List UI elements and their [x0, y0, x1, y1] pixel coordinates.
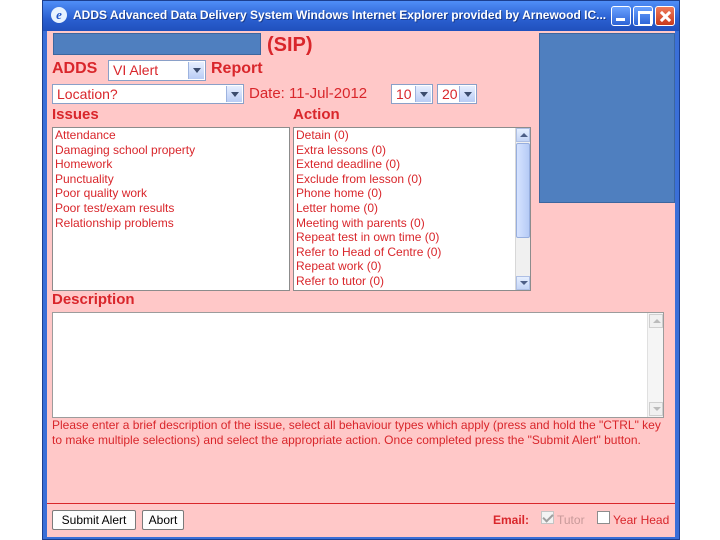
- list-item[interactable]: Phone home (0): [294, 186, 530, 201]
- list-item[interactable]: Damaging school property: [53, 143, 289, 158]
- help-text: Please enter a brief description of the …: [52, 418, 661, 447]
- date-label: Date: 11-Jul-2012: [249, 85, 368, 102]
- scroll-down-icon[interactable]: [649, 402, 663, 416]
- email-label: Email:: [493, 513, 530, 527]
- minute-value: 20: [442, 86, 458, 102]
- year-head-checkbox[interactable]: [597, 511, 610, 524]
- list-item[interactable]: Relationship problems: [53, 216, 289, 231]
- scroll-up-icon[interactable]: [649, 314, 663, 328]
- issues-listbox[interactable]: Attendance Damaging school property Home…: [52, 127, 290, 291]
- list-item[interactable]: Poor quality work: [53, 186, 289, 201]
- report-label: Report: [211, 60, 263, 77]
- list-item[interactable]: Attendance: [53, 128, 289, 143]
- list-item[interactable]: Repeat test in own time (0): [294, 230, 530, 245]
- footer-divider: [47, 503, 675, 504]
- list-item[interactable]: Repeat work (0): [294, 259, 530, 274]
- sip-label: (SIP): [267, 34, 313, 56]
- year-head-label: Year Head: [613, 513, 670, 527]
- tutor-label: Tutor: [557, 513, 585, 527]
- adds-label: ADDS: [52, 60, 98, 77]
- scroll-thumb[interactable]: [516, 143, 530, 238]
- list-item[interactable]: Poor test/exam results: [53, 201, 289, 216]
- chevron-down-icon: [226, 86, 242, 102]
- alert-type-select[interactable]: VI Alert: [108, 60, 206, 81]
- chevron-down-icon: [188, 62, 204, 79]
- list-item[interactable]: Detain (0): [294, 128, 530, 143]
- tutor-checkbox[interactable]: [541, 511, 554, 524]
- ie-logo-icon: e: [51, 7, 67, 23]
- list-item[interactable]: Punctuality: [53, 172, 289, 187]
- scroll-down-icon[interactable]: [516, 276, 530, 290]
- list-item[interactable]: Extend deadline (0): [294, 157, 530, 172]
- issues-label: Issues: [52, 106, 99, 123]
- list-item[interactable]: Letter home (0): [294, 201, 530, 216]
- alert-type-value: VI Alert: [113, 62, 159, 78]
- action-listbox[interactable]: Detain (0) Extra lessons (0) Extend dead…: [293, 127, 531, 291]
- minute-select[interactable]: 20: [437, 84, 477, 104]
- maximize-button[interactable]: [633, 6, 653, 26]
- location-select[interactable]: Location?: [52, 84, 244, 104]
- chevron-down-icon: [459, 86, 475, 102]
- title-bar[interactable]: e ADDS Advanced Data Delivery System Win…: [43, 1, 679, 31]
- description-label: Description: [52, 291, 135, 308]
- hour-select[interactable]: 10: [391, 84, 433, 104]
- student-photo-block: [539, 33, 675, 203]
- abort-button[interactable]: Abort: [142, 510, 184, 530]
- list-item[interactable]: Extra lessons (0): [294, 143, 530, 158]
- location-value: Location?: [57, 86, 118, 102]
- submit-alert-button[interactable]: Submit Alert: [52, 510, 136, 530]
- list-item[interactable]: Refer to tutor (0): [294, 274, 530, 289]
- list-item[interactable]: Homework: [53, 157, 289, 172]
- action-scrollbar[interactable]: [515, 128, 530, 290]
- browser-window: e ADDS Advanced Data Delivery System Win…: [42, 0, 680, 540]
- list-item[interactable]: Meeting with parents (0): [294, 216, 530, 231]
- minimize-button[interactable]: [611, 6, 631, 26]
- list-item[interactable]: Exclude from lesson (0): [294, 172, 530, 187]
- student-name-block: [53, 33, 261, 55]
- alert-form: (SIP) ADDS VI Alert Report Location? Dat…: [47, 31, 675, 537]
- chevron-down-icon: [415, 86, 431, 102]
- description-textarea[interactable]: [52, 312, 664, 418]
- close-button[interactable]: [655, 6, 675, 26]
- window-title: ADDS Advanced Data Delivery System Windo…: [73, 8, 607, 22]
- hour-value: 10: [396, 86, 412, 102]
- description-scrollbar[interactable]: [647, 313, 663, 417]
- action-label: Action: [293, 106, 340, 123]
- scroll-up-icon[interactable]: [516, 128, 530, 142]
- list-item[interactable]: Refer to Head of Centre (0): [294, 245, 530, 260]
